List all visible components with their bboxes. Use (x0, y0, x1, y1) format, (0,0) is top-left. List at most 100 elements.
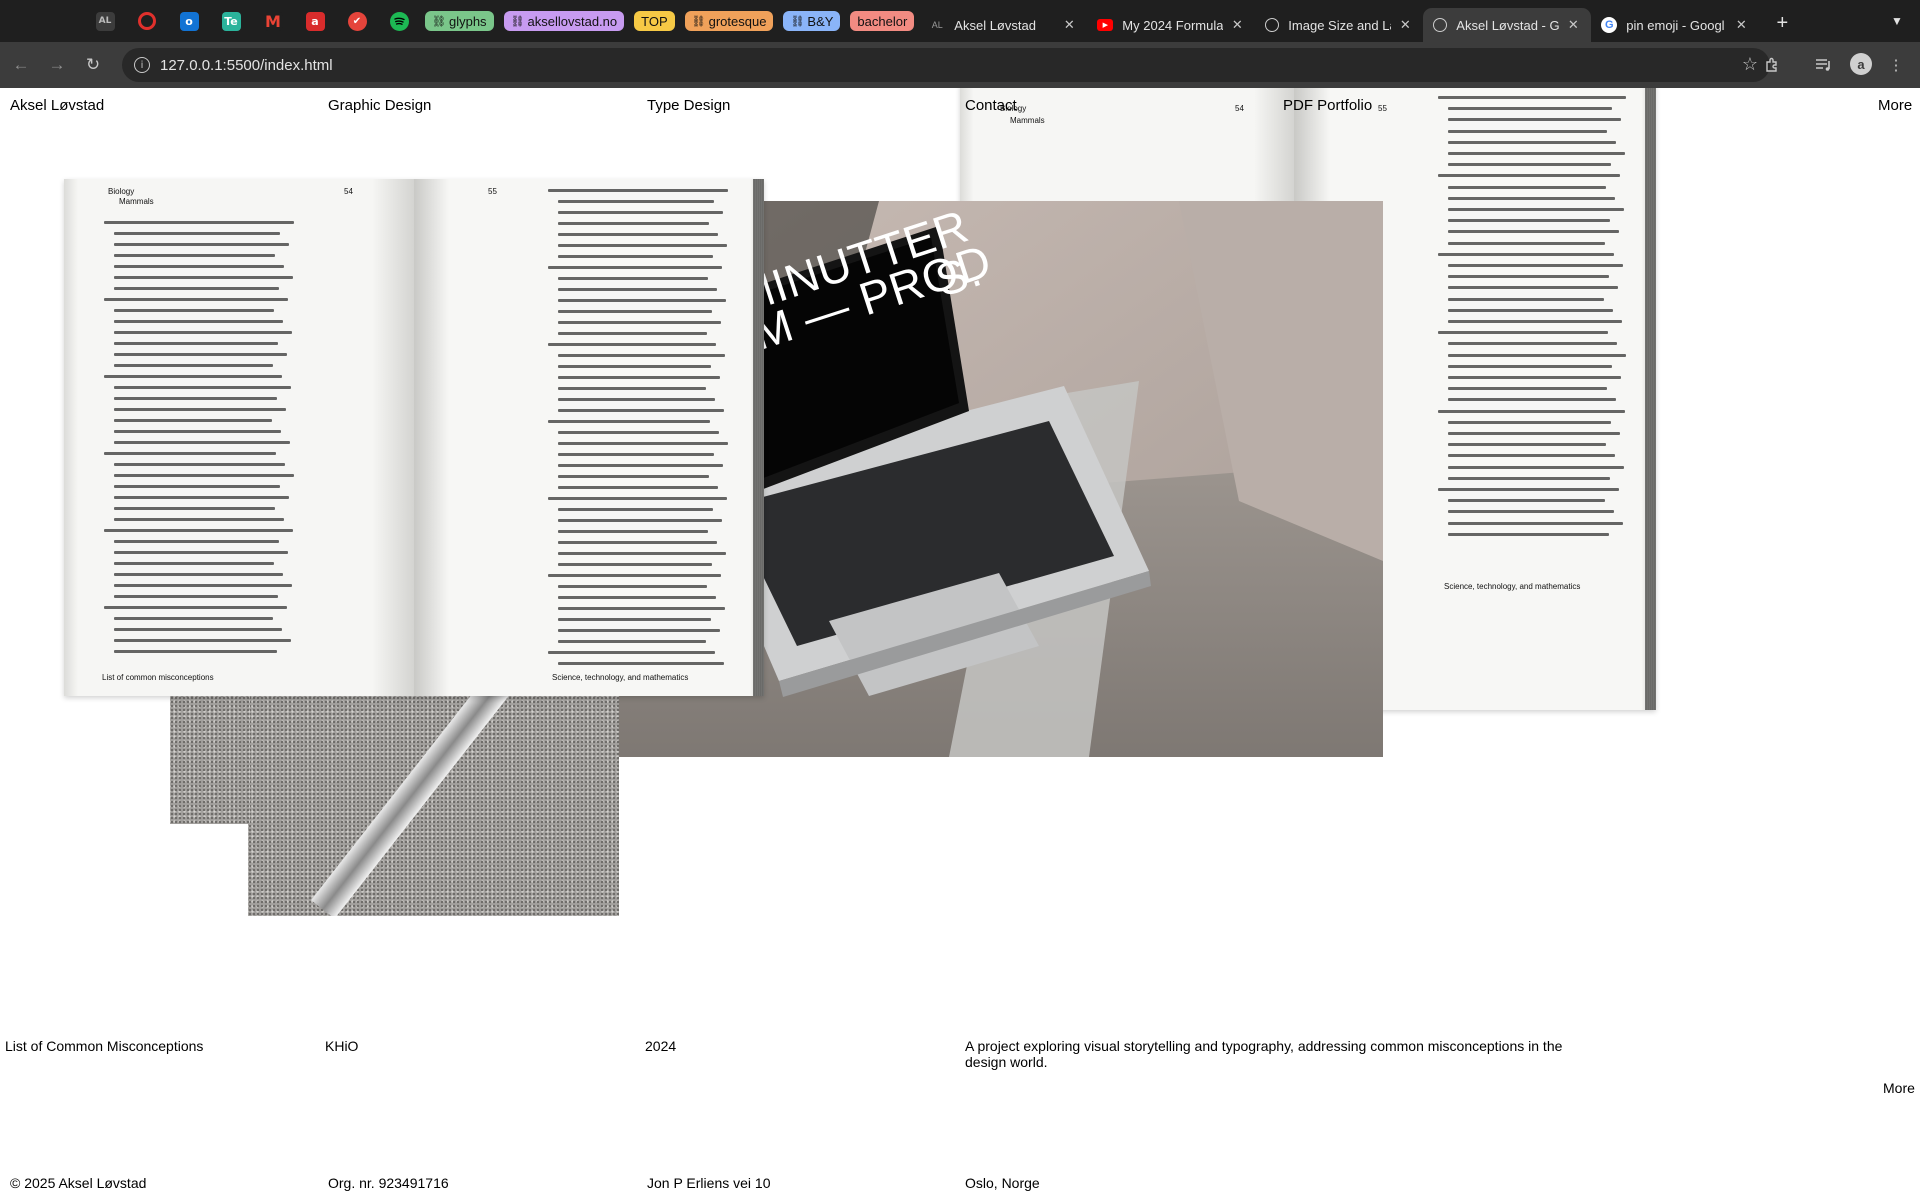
tab-aksel[interactable]: AL Aksel Løvstad ✕ (919, 8, 1087, 42)
back-button[interactable]: ← (8, 52, 34, 78)
media-controls-icon[interactable] (1812, 53, 1836, 77)
link-icon: ⛓ (432, 15, 446, 28)
project-more-link[interactable]: More (1883, 1080, 1915, 1096)
book-text-line (1448, 208, 1624, 211)
book-text-line (558, 332, 707, 335)
forward-button[interactable]: → (44, 52, 70, 78)
new-tab-button[interactable]: + (1765, 6, 1799, 40)
book-footer-right: Science, technology, and mathematics (552, 673, 689, 682)
project-client: KHiO (325, 1038, 359, 1054)
pinned-tab-a[interactable]: a (294, 0, 336, 42)
tab-google[interactable]: G pin emoji - Googl ✕ (1591, 8, 1759, 42)
book-text-line (114, 540, 279, 543)
pinned-tab-spotify[interactable] (378, 0, 420, 42)
tab-youtube[interactable]: ▶ My 2024 Formula ✕ (1087, 8, 1255, 42)
book-text-line (1448, 107, 1612, 111)
nav-pdf-portfolio-link[interactable]: PDF Portfolio (1283, 97, 1372, 114)
book-text-line (114, 320, 283, 323)
nav-graphic-design-link[interactable]: Graphic Design (328, 97, 431, 114)
tab-group-label: bachelor (857, 13, 908, 29)
gmail-icon: M (263, 11, 283, 31)
tab-group-grotesque[interactable]: ⛓ grotesque (684, 11, 774, 31)
tab-group-by[interactable]: ⛓ B&Y (783, 11, 841, 31)
book-text-line (1438, 96, 1626, 99)
tab-chatgpt[interactable]: Image Size and La ✕ (1255, 8, 1423, 42)
tab-group-top[interactable]: TOP (634, 11, 675, 31)
link-icon: ⛓ (510, 15, 525, 28)
url-text[interactable]: 127.0.0.1:5500/index.html (160, 57, 333, 74)
book-text-line (1448, 264, 1623, 267)
web-page: 11 MINUTTER FILM — PROD A S. Biology Mam… (0, 88, 1920, 1200)
book-page-number-right: 55 (1378, 104, 1387, 113)
book-text-line (1438, 174, 1620, 178)
book-text-line (558, 255, 713, 258)
book-text-line (558, 409, 724, 412)
book-text-line (1438, 409, 1625, 413)
close-icon[interactable]: ✕ (1733, 17, 1749, 33)
book-text-line (548, 343, 716, 346)
book-text-line (558, 310, 712, 313)
tab-group-label: TOP (641, 13, 668, 29)
aksel-logo-icon: AL (931, 20, 943, 30)
extensions-icon[interactable] (1760, 53, 1784, 77)
close-icon[interactable]: ✕ (1229, 17, 1245, 33)
close-icon[interactable]: ✕ (1397, 17, 1413, 33)
book-text-line (104, 606, 287, 609)
tab-group-aksellovstad[interactable]: ⛓ aksellovstad.no (503, 11, 625, 31)
nav-more-link[interactable]: More (1878, 97, 1912, 114)
book-text-line (548, 189, 728, 192)
pinned-tab-aksel[interactable]: AL (84, 0, 126, 42)
book-text-line (558, 519, 722, 522)
book-text-line (1448, 398, 1616, 402)
tab-group-bachelor[interactable]: bachelor (850, 11, 915, 31)
address-bar[interactable]: i 127.0.0.1:5500/index.html ☆ (122, 48, 1770, 82)
openai-icon (1265, 18, 1280, 32)
book-text-line (114, 342, 278, 345)
book-text-line (558, 244, 727, 247)
close-icon[interactable]: ✕ (1061, 17, 1077, 33)
book-text-line (548, 420, 710, 423)
book-text-line (114, 474, 294, 477)
info-icon[interactable]: i (134, 57, 150, 73)
book-text-line (104, 452, 276, 455)
reload-icon: ↻ (85, 55, 101, 74)
tab-aksel-active[interactable]: Aksel Løvstad - G ✕ (1423, 8, 1592, 42)
outlook-icon: o (179, 11, 199, 31)
a-icon: a (305, 11, 325, 31)
pinned-tab-todo[interactable]: ✔ (336, 0, 378, 42)
kebab-menu-icon[interactable]: ⋮ (1884, 53, 1908, 77)
pinned-tab-gmail[interactable]: M (252, 0, 294, 42)
book-text-line (1448, 241, 1605, 245)
tab-label: My 2024 Formula (1122, 17, 1224, 33)
reload-button[interactable]: ↻ (80, 52, 106, 78)
book-text-line (114, 507, 275, 510)
close-icon[interactable]: ✕ (1565, 17, 1581, 33)
target-icon (138, 12, 156, 30)
book-text-line (1438, 331, 1608, 335)
book-text-line (1448, 342, 1617, 346)
book-text-line (104, 221, 294, 224)
project-image-book-spread: Biology Mammals 54 55 List of common mis… (64, 179, 764, 696)
bookmark-star-icon[interactable]: ☆ (1742, 54, 1758, 75)
nav-contact-link[interactable]: Contact (965, 97, 1017, 114)
book-text-line (558, 508, 713, 511)
book-page-edges (753, 179, 764, 696)
tab-label: Aksel Løvstad (954, 17, 1036, 33)
check-icon: ✔ (347, 11, 367, 31)
book-text-line (558, 640, 706, 643)
chevron-down-icon[interactable]: ▼ (1886, 10, 1908, 32)
book-footer-right: Science, technology, and mathematics (1444, 582, 1581, 591)
nav-type-design-link[interactable]: Type Design (647, 97, 730, 114)
avatar[interactable]: a (1850, 53, 1872, 75)
book-text-line (1448, 432, 1620, 435)
pinned-tab-target[interactable] (126, 0, 168, 42)
globe-icon (1433, 18, 1448, 32)
tab-group-glyphs[interactable]: ⛓ glyphs (425, 11, 494, 31)
nav-home-link[interactable]: Aksel Løvstad (10, 97, 104, 114)
book-text-line (558, 222, 709, 225)
book-text-line (1448, 219, 1610, 223)
pinned-tab-outlook[interactable]: o (168, 0, 210, 42)
book-page-number-left: 54 (1235, 104, 1244, 113)
pinned-tab-te[interactable]: Te (210, 0, 252, 42)
book-text-line (1448, 510, 1614, 514)
